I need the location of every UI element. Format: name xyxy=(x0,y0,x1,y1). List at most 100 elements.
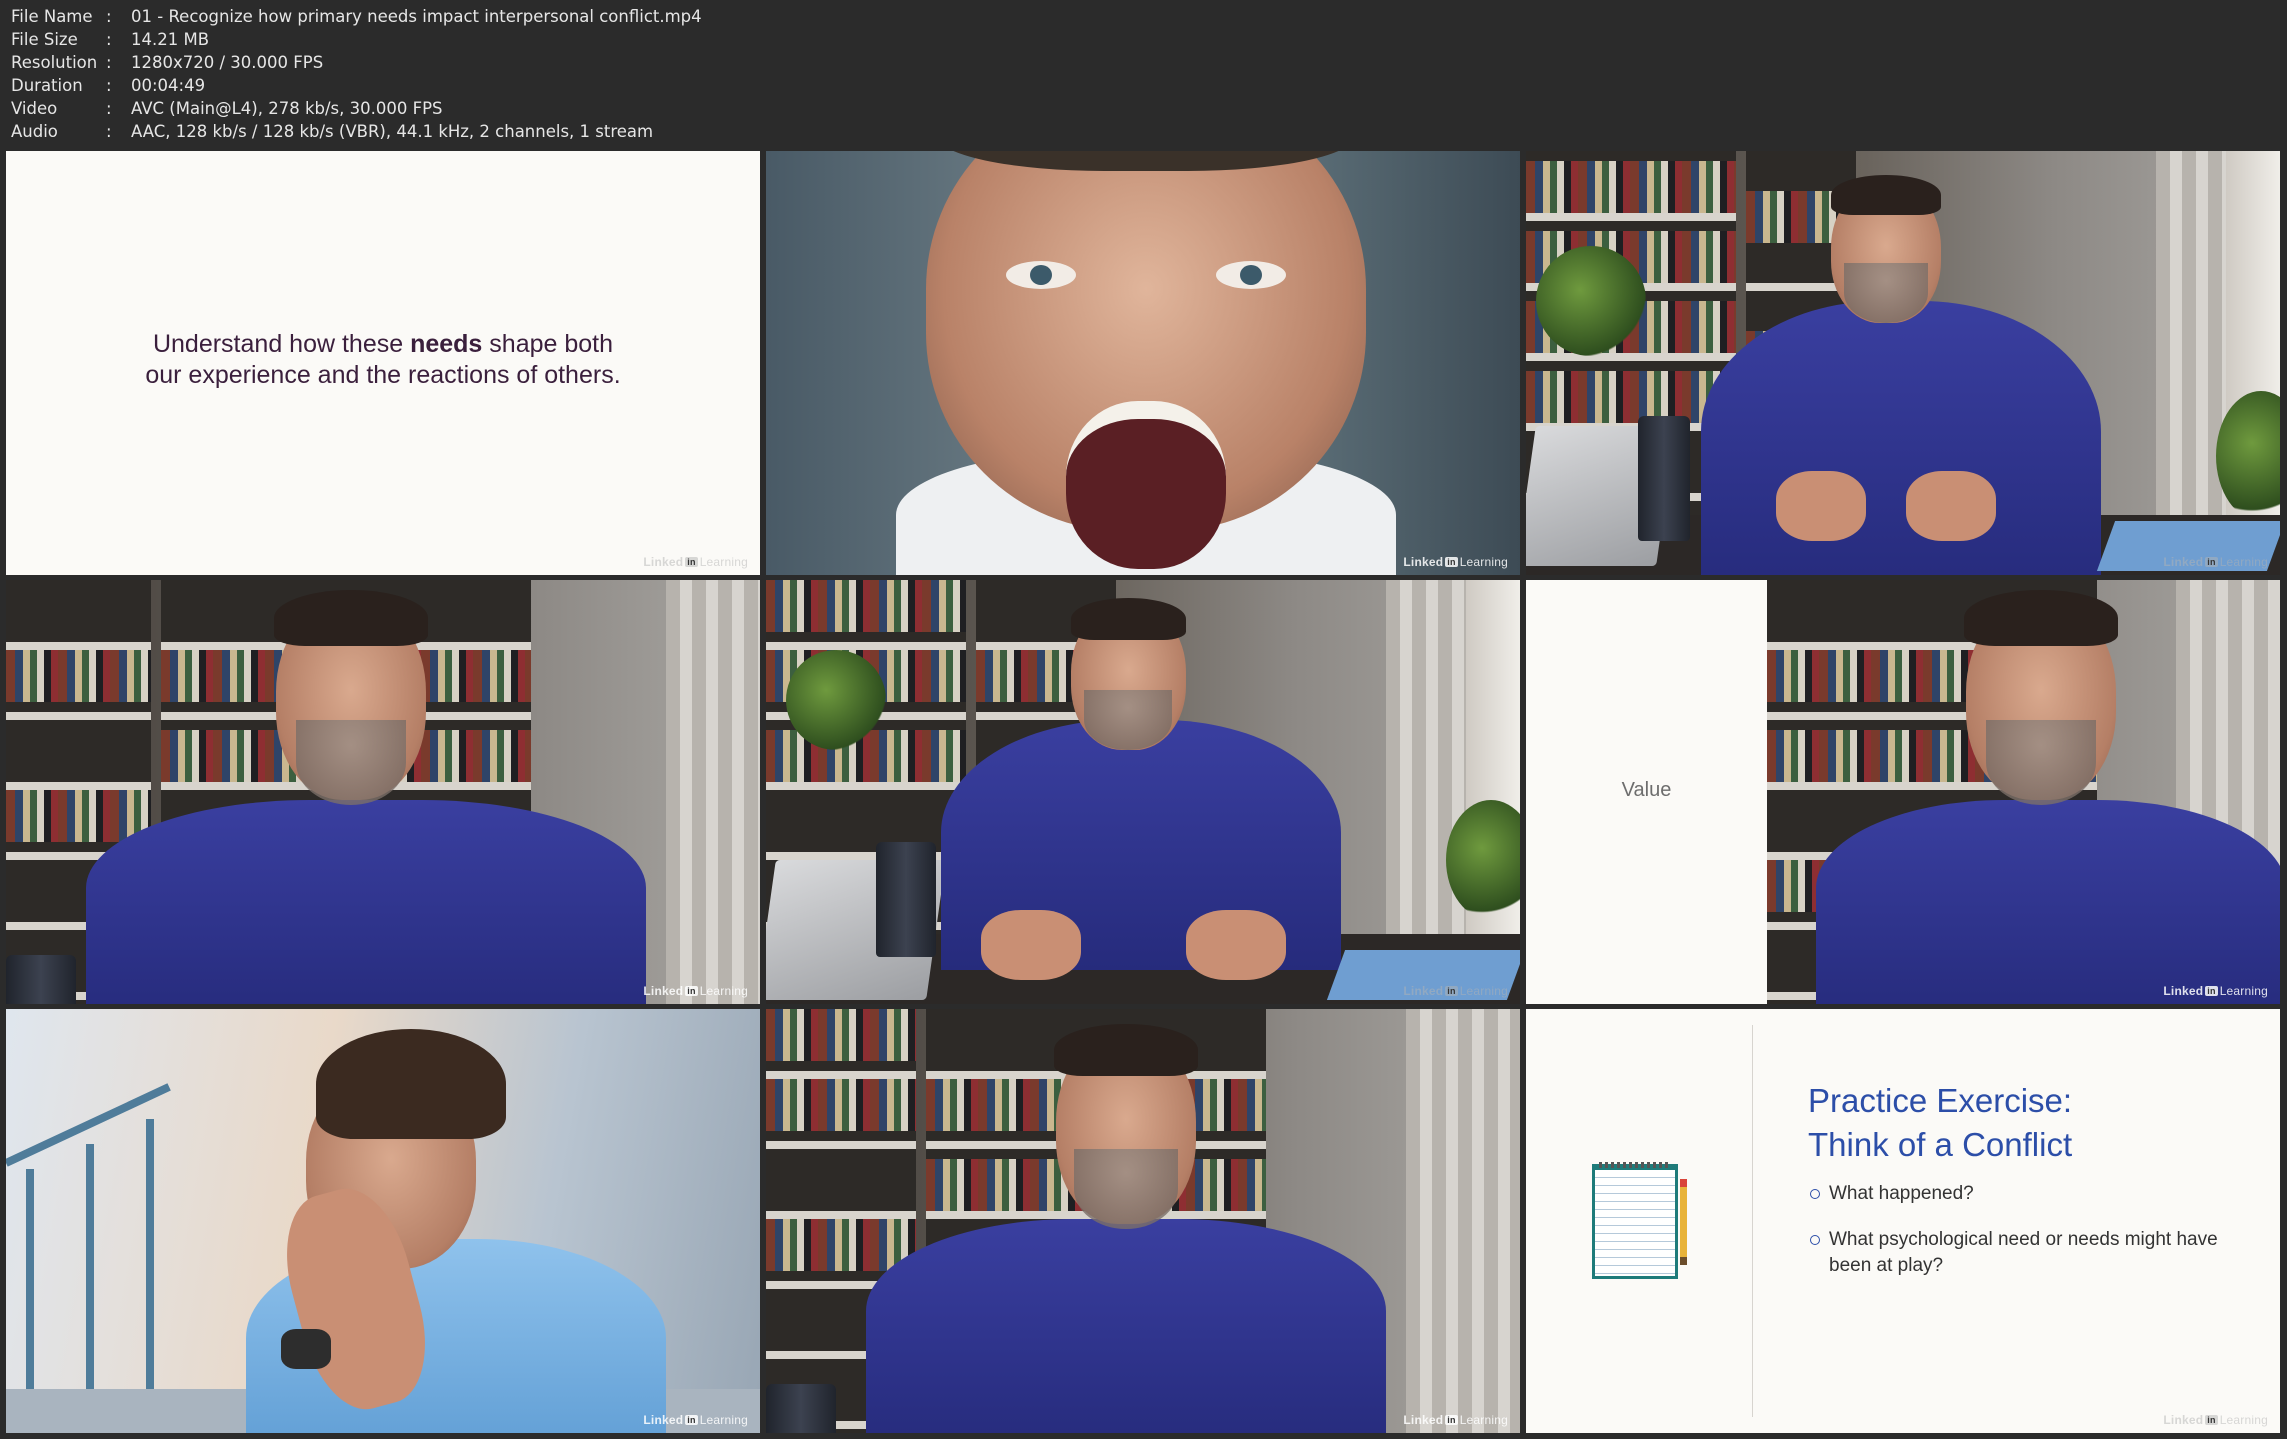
practice-title-line1: Practice Exercise: xyxy=(1808,1082,2073,1119)
file-info-separator: : xyxy=(106,122,112,141)
presenter-hand xyxy=(1906,471,1996,541)
watermark-brand: Linked xyxy=(643,555,684,569)
tumbler xyxy=(6,955,76,1004)
thumbnail-practice-exercise: Practice Exercise: Think of a Conflict W… xyxy=(1526,1009,2280,1433)
presenter-hair xyxy=(274,590,428,646)
watermark-brand: Linked xyxy=(643,984,684,998)
file-info-row: Resolution:1280x720 / 30.000 FPS xyxy=(11,51,702,74)
thumbnail-presenter-gesturing: Linked in Learning xyxy=(766,580,1520,1004)
file-info-separator: : xyxy=(106,7,112,26)
watermark-brand: Linked xyxy=(643,1413,684,1427)
watermark-product: Learning xyxy=(1459,984,1508,998)
slide-caption: Understand how these needs shape both ou… xyxy=(6,329,760,391)
watermark-product: Learning xyxy=(1459,555,1508,569)
watermark-product: Learning xyxy=(699,555,748,569)
slide-caption-before: Understand how these xyxy=(152,330,411,358)
file-info-separator: : xyxy=(106,76,112,95)
file-info-value: 01 - Recognize how primary needs impact … xyxy=(131,7,702,26)
watermark-in: in xyxy=(685,986,698,996)
practice-title: Practice Exercise: Think of a Conflict xyxy=(1808,1079,2072,1167)
linkedin-learning-watermark: Linked in Learning xyxy=(1403,1413,1508,1427)
books xyxy=(766,1079,916,1131)
curtain xyxy=(666,580,760,1004)
curtain xyxy=(2156,151,2226,575)
shirt xyxy=(1816,800,2280,1004)
thumbnail-slide-needs: Understand how these needs shape both ou… xyxy=(6,151,760,575)
watermark-brand: Linked xyxy=(2163,984,2204,998)
file-info-value: AVC (Main@L4), 278 kb/s, 30.000 FPS xyxy=(131,99,443,118)
shouting-man-image xyxy=(866,151,1426,575)
watermark-in: in xyxy=(1445,1415,1458,1425)
linkedin-learning-watermark: Linked in Learning xyxy=(1403,984,1508,998)
slide-divider xyxy=(1752,1025,1753,1417)
file-info-row: Audio: AAC, 128 kb/s / 128 kb/s (VBR), 44… xyxy=(11,120,702,143)
presenter-beard xyxy=(1844,263,1928,323)
presenter-hair xyxy=(1831,175,1941,215)
file-info-row: File Name:01 - Recognize how primary nee… xyxy=(11,5,702,28)
tumbler xyxy=(876,842,936,957)
pencil-icon xyxy=(1680,1179,1687,1265)
watermark-in: in xyxy=(2205,1415,2218,1425)
value-slide-panel: Value xyxy=(1526,580,1767,1004)
slide-caption-bold: needs xyxy=(410,330,483,358)
watermark-product: Learning xyxy=(1459,1413,1508,1427)
file-info-value: 00:04:49 xyxy=(131,76,206,95)
railing xyxy=(146,1119,154,1429)
file-info-separator: : xyxy=(106,53,112,72)
practice-bullets: What happened? What psychological need o… xyxy=(1808,1181,2228,1299)
presenter-hand xyxy=(981,910,1081,980)
thumbnail-value-split: Value Linked in Learning xyxy=(1526,580,2280,1004)
books xyxy=(6,790,151,842)
watermark-in: in xyxy=(685,557,698,567)
curtain xyxy=(1406,1009,1520,1433)
plant xyxy=(1536,246,1646,356)
presenter-beard xyxy=(1074,1149,1178,1229)
file-info-separator: : xyxy=(106,99,112,118)
watermark-in: in xyxy=(1445,557,1458,567)
watermark-in: in xyxy=(685,1415,698,1425)
books xyxy=(1526,161,1736,213)
value-label: Value xyxy=(1621,779,1672,801)
presenter-hair xyxy=(1964,590,2118,646)
thumbnail-presenter-close: Linked in Learning xyxy=(6,580,760,1004)
thumbnail-presenter-medium: Linked in Learning xyxy=(766,1009,1520,1433)
shirt xyxy=(86,800,646,1004)
watermark-brand: Linked xyxy=(1403,984,1444,998)
thumbnail-shouting-face: Linked in Learning xyxy=(766,151,1520,575)
books xyxy=(6,650,151,702)
thumbnail-pensive-man: Linked in Learning xyxy=(6,1009,760,1433)
file-info-value: 14.21 MB xyxy=(131,30,210,49)
file-info-value: 1280x720 / 30.000 FPS xyxy=(131,53,324,72)
presenter-beard xyxy=(1084,690,1172,750)
file-info-key: File Size xyxy=(11,30,78,49)
presenter-beard xyxy=(1986,720,2096,805)
watermark-brand: Linked xyxy=(2163,555,2204,569)
presenter-beard xyxy=(296,720,406,805)
file-info-row: Duration:00:04:49 xyxy=(11,74,702,97)
books xyxy=(766,1009,916,1061)
watermark-product: Learning xyxy=(2219,1413,2268,1427)
practice-bullet: What psychological need or needs might h… xyxy=(1808,1227,2228,1279)
file-info-value: AAC, 128 kb/s / 128 kb/s (VBR), 44.1 kHz… xyxy=(131,122,654,141)
slide-caption-after: shape both xyxy=(482,330,614,358)
linkedin-learning-watermark: Linked in Learning xyxy=(643,984,748,998)
plant xyxy=(786,650,886,750)
linkedin-learning-watermark: Linked in Learning xyxy=(2163,1413,2268,1427)
file-info-row: Video: AVC (Main@L4), 278 kb/s, 30.000 FP… xyxy=(11,97,702,120)
watermark-product: Learning xyxy=(2219,555,2268,569)
presenter-hair xyxy=(1071,598,1186,640)
watermark-product: Learning xyxy=(699,1413,748,1427)
watermark-in: in xyxy=(2205,557,2218,567)
shirt xyxy=(1701,301,2101,575)
presenter-hand xyxy=(1776,471,1866,541)
notepad-icon xyxy=(1592,1162,1678,1279)
thumbnail-presenter-wide: Linked in Learning xyxy=(1526,151,2280,575)
file-info-row: File Size:14.21 MB xyxy=(11,28,702,51)
linkedin-learning-watermark: Linked in Learning xyxy=(643,555,748,569)
tumbler xyxy=(1638,416,1690,541)
books xyxy=(766,580,966,632)
shirt xyxy=(866,1219,1386,1433)
file-info-key: Resolution xyxy=(11,53,98,72)
practice-title-line2: Think of a Conflict xyxy=(1808,1126,2073,1163)
presenter-hand xyxy=(1186,910,1286,980)
